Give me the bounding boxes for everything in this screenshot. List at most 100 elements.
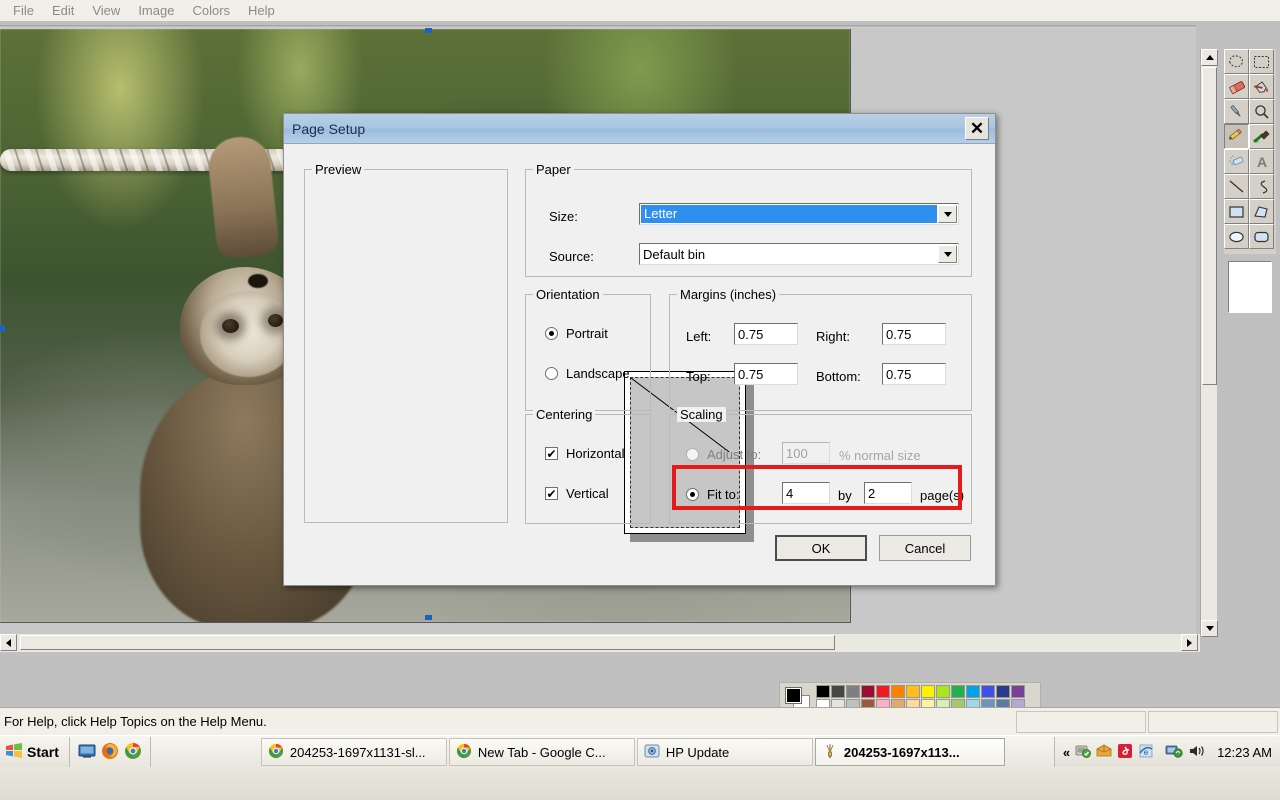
scaling-fit-tall-input[interactable] — [864, 482, 912, 504]
task-button[interactable]: New Tab - Google C... — [448, 738, 635, 766]
ok-button[interactable]: OK — [775, 535, 867, 561]
tool-ellipse[interactable] — [1224, 224, 1249, 249]
tool-box[interactable]: A — [1224, 49, 1276, 254]
checkbox-vertical[interactable]: ✔ — [545, 487, 558, 500]
radio-fit-to[interactable] — [686, 488, 699, 501]
menu-item-view[interactable]: View — [83, 1, 129, 20]
menu-item-edit[interactable]: Edit — [43, 1, 83, 20]
canvas-resize-handle-top[interactable] — [425, 28, 432, 33]
color-swatch[interactable] — [966, 685, 980, 698]
scroll-right-button[interactable] — [1181, 634, 1198, 651]
menu-item-file[interactable]: File — [4, 1, 43, 20]
orientation-group: Orientation Portrait Landscape — [525, 287, 651, 411]
tool-polygon[interactable] — [1249, 199, 1274, 224]
paper-source-value: Default bin — [643, 246, 706, 262]
paper-size-combo[interactable]: Letter — [639, 203, 959, 225]
margin-left-input[interactable] — [734, 323, 798, 345]
color-swatch[interactable] — [846, 685, 860, 698]
internet-explorer-icon[interactable]: e — [1138, 743, 1154, 762]
centering-horizontal-option[interactable]: ✔ Horizontal — [545, 446, 625, 461]
chevron-down-icon[interactable] — [938, 245, 957, 263]
paper-source-combo[interactable]: Default bin — [639, 243, 959, 265]
tool-rounded-rectangle[interactable] — [1249, 224, 1274, 249]
volume-icon[interactable] — [1188, 743, 1206, 762]
canvas-resize-handle-left[interactable] — [0, 325, 5, 332]
paint-icon — [822, 743, 838, 762]
color-swatch[interactable] — [996, 685, 1010, 698]
scaling-fit-option[interactable]: Fit to: — [686, 487, 740, 502]
chrome-icon[interactable] — [124, 742, 142, 763]
menu-item-colors[interactable]: Colors — [183, 1, 239, 20]
horizontal-scrollbar[interactable] — [0, 634, 1200, 652]
tool-brush[interactable] — [1249, 124, 1274, 149]
margin-top-input[interactable] — [734, 363, 798, 385]
color-swatch[interactable] — [876, 685, 890, 698]
checkbox-horizontal[interactable]: ✔ — [545, 447, 558, 460]
canvas-resize-handle-bottom[interactable] — [425, 615, 432, 620]
antivirus-icon[interactable] — [1075, 743, 1091, 762]
color-swatch[interactable] — [921, 685, 935, 698]
scroll-left-button[interactable] — [0, 634, 17, 651]
orientation-landscape-option[interactable]: Landscape — [545, 366, 630, 381]
color-swatch[interactable] — [831, 685, 845, 698]
color-swatch[interactable] — [861, 685, 875, 698]
radio-adjust-to[interactable] — [686, 448, 699, 461]
margin-bottom-label: Bottom: — [816, 369, 861, 384]
updates-icon[interactable] — [1096, 743, 1112, 762]
tool-free-form-select[interactable] — [1224, 49, 1249, 74]
start-button[interactable]: Start — [0, 737, 70, 767]
color-swatch[interactable] — [936, 685, 950, 698]
dialog-title-bar[interactable]: Page Setup ✕ — [284, 114, 995, 144]
tool-curve[interactable] — [1249, 174, 1274, 199]
color-swatch[interactable] — [951, 685, 965, 698]
tool-text[interactable]: A — [1249, 149, 1274, 174]
chevron-down-icon[interactable] — [938, 205, 957, 223]
tool-fill-with-color[interactable] — [1249, 74, 1274, 99]
task-button[interactable]: 204253-1697x113... — [814, 738, 1005, 766]
radio-portrait[interactable] — [545, 327, 558, 340]
tool-magnifier[interactable] — [1249, 99, 1274, 124]
vertical-scrollbar[interactable] — [1200, 49, 1218, 637]
centering-vertical-option[interactable]: ✔ Vertical — [545, 486, 609, 501]
tool-line[interactable] — [1224, 174, 1249, 199]
color-swatch[interactable] — [906, 685, 920, 698]
menu-item-help[interactable]: Help — [239, 1, 284, 20]
tool-eraser[interactable] — [1224, 74, 1249, 99]
vertical-scrollbar-thumb[interactable] — [1202, 67, 1217, 385]
adobe-icon[interactable] — [1117, 743, 1133, 762]
tray-expand-icon[interactable]: « — [1063, 745, 1070, 760]
chevron-up-icon — [1205, 55, 1214, 60]
quick-launch-bar — [70, 737, 151, 767]
scroll-down-button[interactable] — [1201, 620, 1218, 637]
tool-pick-color[interactable] — [1224, 99, 1249, 124]
task-button[interactable]: HP Update — [636, 738, 813, 766]
paper-size-label: Size: — [549, 209, 578, 224]
color-swatch[interactable] — [981, 685, 995, 698]
tool-rectangle[interactable] — [1224, 199, 1249, 224]
scaling-fit-wide-input[interactable] — [782, 482, 830, 504]
scaling-adjust-option[interactable]: Adjust to: — [686, 447, 761, 462]
clock[interactable]: 12:23 AM — [1217, 745, 1272, 760]
tool-pencil[interactable] — [1224, 124, 1249, 149]
task-button[interactable]: 204253-1697x1131-sl... — [260, 738, 447, 766]
paper-size-value: Letter — [641, 205, 937, 223]
network-icon[interactable] — [1165, 743, 1183, 762]
color-swatch[interactable] — [891, 685, 905, 698]
tool-rectangle-select[interactable] — [1249, 49, 1274, 74]
scroll-up-button[interactable] — [1201, 49, 1218, 66]
margin-right-input[interactable] — [882, 323, 946, 345]
color-swatch[interactable] — [1011, 685, 1025, 698]
show-desktop-icon[interactable] — [78, 743, 96, 762]
radio-landscape[interactable] — [545, 367, 558, 380]
horizontal-scrollbar-thumb[interactable] — [20, 635, 835, 650]
orientation-portrait-option[interactable]: Portrait — [545, 326, 608, 341]
firefox-icon[interactable] — [101, 742, 119, 763]
tool-airbrush[interactable] — [1224, 149, 1249, 174]
menu-item-image[interactable]: Image — [129, 1, 183, 20]
cancel-button[interactable]: Cancel — [879, 535, 971, 561]
margin-bottom-input[interactable] — [882, 363, 946, 385]
tool-options-panel[interactable] — [1228, 261, 1272, 313]
color-swatch[interactable] — [816, 685, 830, 698]
close-icon[interactable]: ✕ — [965, 117, 989, 140]
foreground-color-swatch[interactable] — [785, 687, 802, 704]
